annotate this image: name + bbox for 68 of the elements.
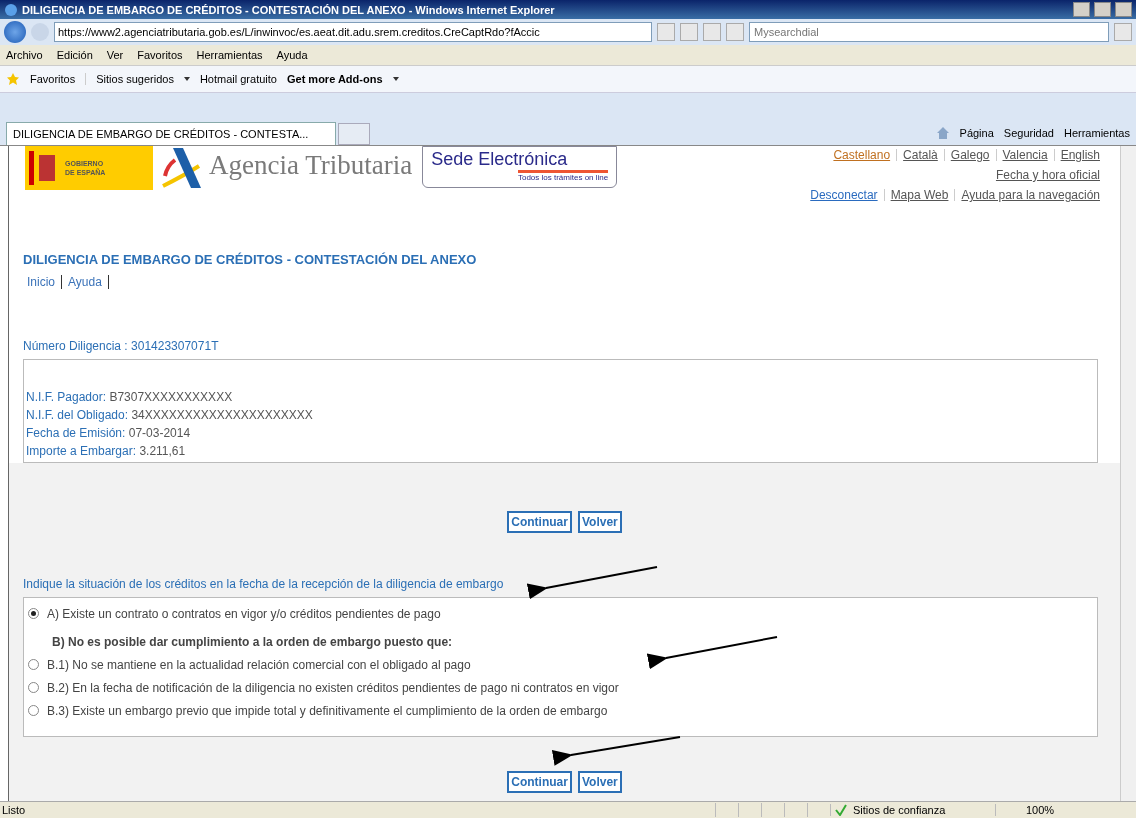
search-field[interactable]: Mysearchdial: [749, 22, 1109, 42]
detail-field: N.I.F. del Obligado: 34XXXXXXXXXXXXXXXXXXXXX: [26, 408, 1095, 422]
form-button[interactable]: Volver: [577, 771, 622, 793]
option-label[interactable]: B.1) No se mantiene en la actualidad relación comercial con el obligado al pago: [47, 657, 471, 672]
stop-button[interactable]: [726, 23, 744, 41]
caret-icon[interactable]: [183, 77, 190, 81]
browser-logo-icon: [4, 2, 18, 17]
option-label[interactable]: B.2) En la fecha de notificación de la diligencia no existen créditos pendientes de pago ni contratos en vigor: [47, 680, 619, 695]
language-link[interactable]: English: [1060, 148, 1100, 162]
browser-tab[interactable]: DILIGENCIA DE EMBARGO DE CRÉDITOS - CONTESTA...: [6, 122, 336, 145]
menu-item[interactable]: Ver: [106, 49, 124, 61]
language-link[interactable]: Català: [903, 148, 938, 162]
command-menu[interactable]: Herramientas: [1063, 127, 1130, 139]
nav-link[interactable]: Ayuda: [68, 275, 102, 289]
menu-item[interactable]: Edición: [56, 49, 93, 61]
menu-item[interactable]: Favoritos: [137, 49, 183, 61]
security-zone: Sitios de confianza: [853, 804, 946, 816]
radio-button[interactable]: [28, 608, 39, 619]
question-text: Indique la situación de los créditos en la fecha de la recepción de la diligencia de embargo: [23, 577, 505, 591]
favorites-link[interactable]: Hotmail gratuito: [199, 73, 277, 85]
agency-name: Agencia Tributaria: [209, 150, 413, 182]
star-icon: [6, 72, 20, 86]
radio-button[interactable]: [28, 682, 39, 693]
refresh-button[interactable]: [703, 23, 721, 41]
diligence-number: Número Diligencia : 301423307071T: [23, 339, 220, 353]
radio-button[interactable]: [28, 705, 39, 716]
detail-field: N.I.F. Pagador: B7307XXXXXXXXXXX: [26, 390, 1095, 404]
favorites-link[interactable]: Sitios sugeridos: [96, 73, 174, 85]
menu-item[interactable]: Archivo: [6, 49, 43, 61]
option-label[interactable]: A) Existe un contrato o contratos en vigor y/o créditos pendientes de pago: [47, 606, 441, 621]
language-link[interactable]: Galego: [950, 148, 990, 162]
address-field[interactable]: https://www2.agenciatributaria.gob.es/L/inwinvoc/es.aeat.dit.adu.srem.creditos.CreCaptRdo?fAccic: [54, 22, 652, 42]
header-link[interactable]: Mapa Web: [890, 188, 949, 202]
menu-item[interactable]: Ayuda: [276, 49, 308, 61]
maximize-button[interactable]: [1094, 2, 1111, 17]
form-button[interactable]: Volver: [577, 511, 622, 533]
window-title: DILIGENCIA DE EMBARGO DE CRÉDITOS - CONTESTACIÓN DEL ANEXO - Windows Internet Explorer: [22, 3, 556, 16]
official-time-link[interactable]: Fecha y hora oficial: [995, 168, 1100, 182]
close-button[interactable]: [1115, 2, 1132, 17]
detail-field: Importe a Embargar: 3.211,61: [26, 444, 1095, 458]
favorites-link[interactable]: Get more Add-ons: [286, 73, 383, 85]
form-button[interactable]: Continuar: [507, 511, 572, 533]
command-menu[interactable]: Página: [959, 127, 994, 139]
nav-link[interactable]: Inicio: [27, 275, 55, 289]
scrollbar[interactable]: [1120, 146, 1136, 803]
status-text: Listo: [1, 804, 27, 816]
command-menu[interactable]: Seguridad: [1003, 127, 1054, 139]
checkmark-icon: [835, 804, 847, 816]
option-heading: B) No es posible dar cumplimiento a la orden de embargo puesto que:: [52, 635, 453, 651]
home-icon[interactable]: [935, 126, 950, 140]
page-title: DILIGENCIA DE EMBARGO DE CRÉDITOS - CONTESTACIÓN DEL ANEXO: [23, 252, 478, 267]
language-link[interactable]: Castellano: [833, 148, 891, 162]
favorites-button[interactable]: Favoritos: [30, 73, 76, 85]
minimize-button[interactable]: [1073, 2, 1090, 17]
radio-button[interactable]: [28, 659, 39, 670]
form-button[interactable]: Continuar: [507, 771, 572, 793]
caret-icon[interactable]: [392, 77, 399, 81]
back-button[interactable]: [4, 21, 26, 43]
sede-electronica-logo[interactable]: Sede Electrónica Todos los trámites on line: [422, 146, 618, 188]
zoom-level[interactable]: 100%: [1026, 804, 1055, 816]
language-link[interactable]: Valencia: [1002, 148, 1048, 162]
header-link[interactable]: Ayuda para la navegación: [961, 188, 1100, 202]
option-label[interactable]: B.3) Existe un embargo previo que impide total y definitivamente el cumplimiento de la orden de embargo: [47, 703, 608, 718]
search-button[interactable]: [1114, 23, 1132, 41]
new-tab-button[interactable]: [338, 123, 370, 145]
detail-field: Fecha de Emisión: 07-03-2014: [26, 426, 1095, 440]
menu-item[interactable]: Herramientas: [196, 49, 263, 61]
header-link[interactable]: Desconectar: [810, 188, 878, 202]
